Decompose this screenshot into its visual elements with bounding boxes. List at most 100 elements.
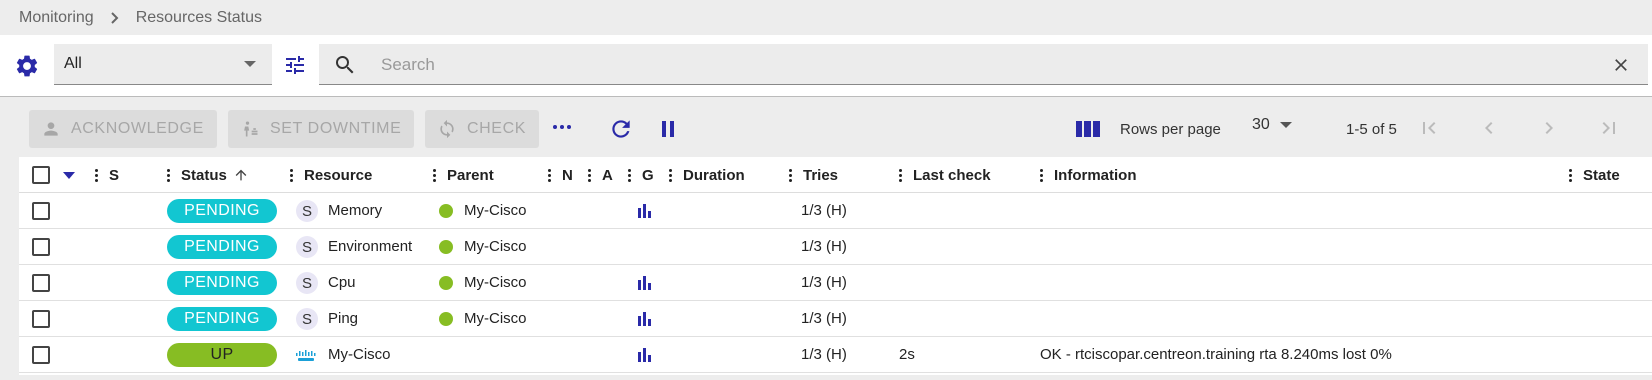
tune-icon[interactable]	[283, 53, 309, 79]
parent-name[interactable]: My-Cisco	[464, 274, 527, 291]
column-header-state[interactable]: State	[1569, 157, 1620, 193]
row-checkbox[interactable]	[32, 346, 50, 364]
service-type-badge: S	[296, 272, 318, 294]
check-label: CHECK	[467, 120, 527, 137]
first-page-icon[interactable]	[1417, 116, 1441, 140]
parent-name[interactable]: My-Cisco	[464, 238, 527, 255]
set-downtime-button[interactable]: SET DOWNTIME	[228, 110, 414, 148]
row-checkbox[interactable]	[32, 274, 50, 292]
table-row[interactable]: PENDING S Cpu My-Cisco 1/3 (H)	[19, 265, 1652, 301]
last-check-value: 2s	[899, 346, 915, 363]
cisco-logo-icon	[295, 349, 317, 361]
table-row[interactable]: PENDING S Ping My-Cisco 1/3 (H)	[19, 301, 1652, 337]
filter-select-value: All	[64, 55, 82, 72]
filter-select[interactable]: All	[54, 44, 272, 85]
tries-value: 1/3 (H)	[801, 274, 847, 291]
acknowledge-button[interactable]: ACKNOWLEDGE	[29, 110, 217, 148]
rows-per-page-label: Rows per page	[1120, 121, 1221, 138]
column-menu-icon[interactable]	[95, 168, 98, 182]
graph-icon[interactable]	[636, 275, 652, 291]
resources-panel: ACKNOWLEDGE SET DOWNTIME CHECK Rows per …	[19, 97, 1652, 375]
chevron-right-icon	[110, 12, 120, 24]
filter-bar: All	[0, 35, 1652, 97]
column-header-s[interactable]: S	[95, 157, 119, 193]
column-header-information[interactable]: Information	[1040, 157, 1137, 193]
check-button[interactable]: CHECK	[425, 110, 539, 148]
column-menu-icon[interactable]	[548, 168, 551, 182]
search-icon	[333, 53, 357, 77]
tries-value: 1/3 (H)	[801, 202, 847, 219]
rows-per-page-value: 30	[1252, 116, 1270, 133]
status-badge: PENDING	[167, 271, 277, 295]
breadcrumb-item-resources-status[interactable]: Resources Status	[136, 9, 262, 27]
view-columns-icon[interactable]	[1076, 119, 1100, 139]
set-downtime-label: SET DOWNTIME	[270, 120, 402, 137]
column-header-last-check[interactable]: Last check	[899, 157, 991, 193]
resource-name[interactable]: My-Cisco	[328, 346, 391, 363]
column-menu-icon[interactable]	[628, 168, 631, 182]
pause-icon[interactable]	[656, 117, 680, 141]
graph-icon[interactable]	[636, 311, 652, 327]
row-checkbox[interactable]	[32, 202, 50, 220]
information-value: OK - rtciscopar.centreon.training rta 8.…	[1040, 346, 1392, 363]
rows-per-page-select[interactable]: 30	[1252, 116, 1292, 134]
column-header-status[interactable]: Status	[167, 157, 249, 193]
column-menu-icon[interactable]	[1040, 168, 1043, 182]
table-row[interactable]: UP My-Cisco 1/3 (H) 2s OK - rtciscopar.c…	[19, 337, 1652, 373]
parent-status-dot	[439, 204, 453, 218]
parent-name[interactable]: My-Cisco	[464, 310, 527, 327]
column-header-parent[interactable]: Parent	[433, 157, 494, 193]
more-actions-icon[interactable]	[553, 125, 571, 129]
column-header-resource[interactable]: Resource	[290, 157, 372, 193]
resource-name[interactable]: Memory	[328, 202, 382, 219]
parent-name[interactable]: My-Cisco	[464, 202, 527, 219]
column-header-tries[interactable]: Tries	[789, 157, 838, 193]
resource-name[interactable]: Environment	[328, 238, 412, 255]
resources-table: S Status Resource Parent N A G Duration …	[19, 157, 1652, 375]
column-menu-icon[interactable]	[290, 168, 293, 182]
last-page-icon[interactable]	[1597, 116, 1621, 140]
breadcrumb: Monitoring Resources Status	[19, 8, 262, 28]
tries-value: 1/3 (H)	[801, 310, 847, 327]
gear-icon[interactable]	[13, 52, 41, 80]
next-page-icon[interactable]	[1537, 116, 1561, 140]
column-menu-icon[interactable]	[899, 168, 902, 182]
tries-value: 1/3 (H)	[801, 346, 847, 363]
tries-value: 1/3 (H)	[801, 238, 847, 255]
pagination-count: 1-5 of 5	[1346, 121, 1397, 138]
column-menu-icon[interactable]	[1569, 168, 1572, 182]
sync-icon	[440, 119, 454, 139]
refresh-icon[interactable]	[608, 116, 634, 142]
caret-down-icon[interactable]	[63, 172, 75, 179]
search-input[interactable]	[381, 44, 1581, 85]
column-menu-icon[interactable]	[588, 168, 591, 182]
table-row[interactable]: PENDING S Environment My-Cisco 1/3 (H)	[19, 229, 1652, 265]
previous-page-icon[interactable]	[1477, 116, 1501, 140]
column-header-a[interactable]: A	[588, 157, 613, 193]
table-row[interactable]: PENDING S Memory My-Cisco 1/3 (H)	[19, 193, 1652, 229]
resource-name[interactable]: Ping	[328, 310, 358, 327]
close-icon[interactable]	[1611, 55, 1631, 75]
row-checkbox[interactable]	[32, 310, 50, 328]
graph-icon[interactable]	[636, 203, 652, 219]
column-header-duration[interactable]: Duration	[669, 157, 745, 193]
column-header-n[interactable]: N	[548, 157, 573, 193]
resource-name[interactable]: Cpu	[328, 274, 356, 291]
status-badge: PENDING	[167, 199, 277, 223]
column-menu-icon[interactable]	[433, 168, 436, 182]
column-menu-icon[interactable]	[669, 168, 672, 182]
row-checkbox[interactable]	[32, 238, 50, 256]
breadcrumb-item-monitoring[interactable]: Monitoring	[19, 9, 94, 27]
table-header: S Status Resource Parent N A G Duration …	[19, 157, 1652, 193]
status-badge: PENDING	[167, 235, 277, 259]
column-header-g[interactable]: G	[628, 157, 654, 193]
graph-icon[interactable]	[636, 347, 652, 363]
select-all-checkbox[interactable]	[32, 166, 50, 184]
column-menu-icon[interactable]	[167, 168, 170, 182]
status-badge: UP	[167, 343, 277, 367]
service-type-badge: S	[296, 236, 318, 258]
person-icon	[44, 122, 58, 136]
column-menu-icon[interactable]	[789, 168, 792, 182]
arrow-up-icon	[235, 169, 247, 181]
parent-status-dot	[439, 276, 453, 290]
